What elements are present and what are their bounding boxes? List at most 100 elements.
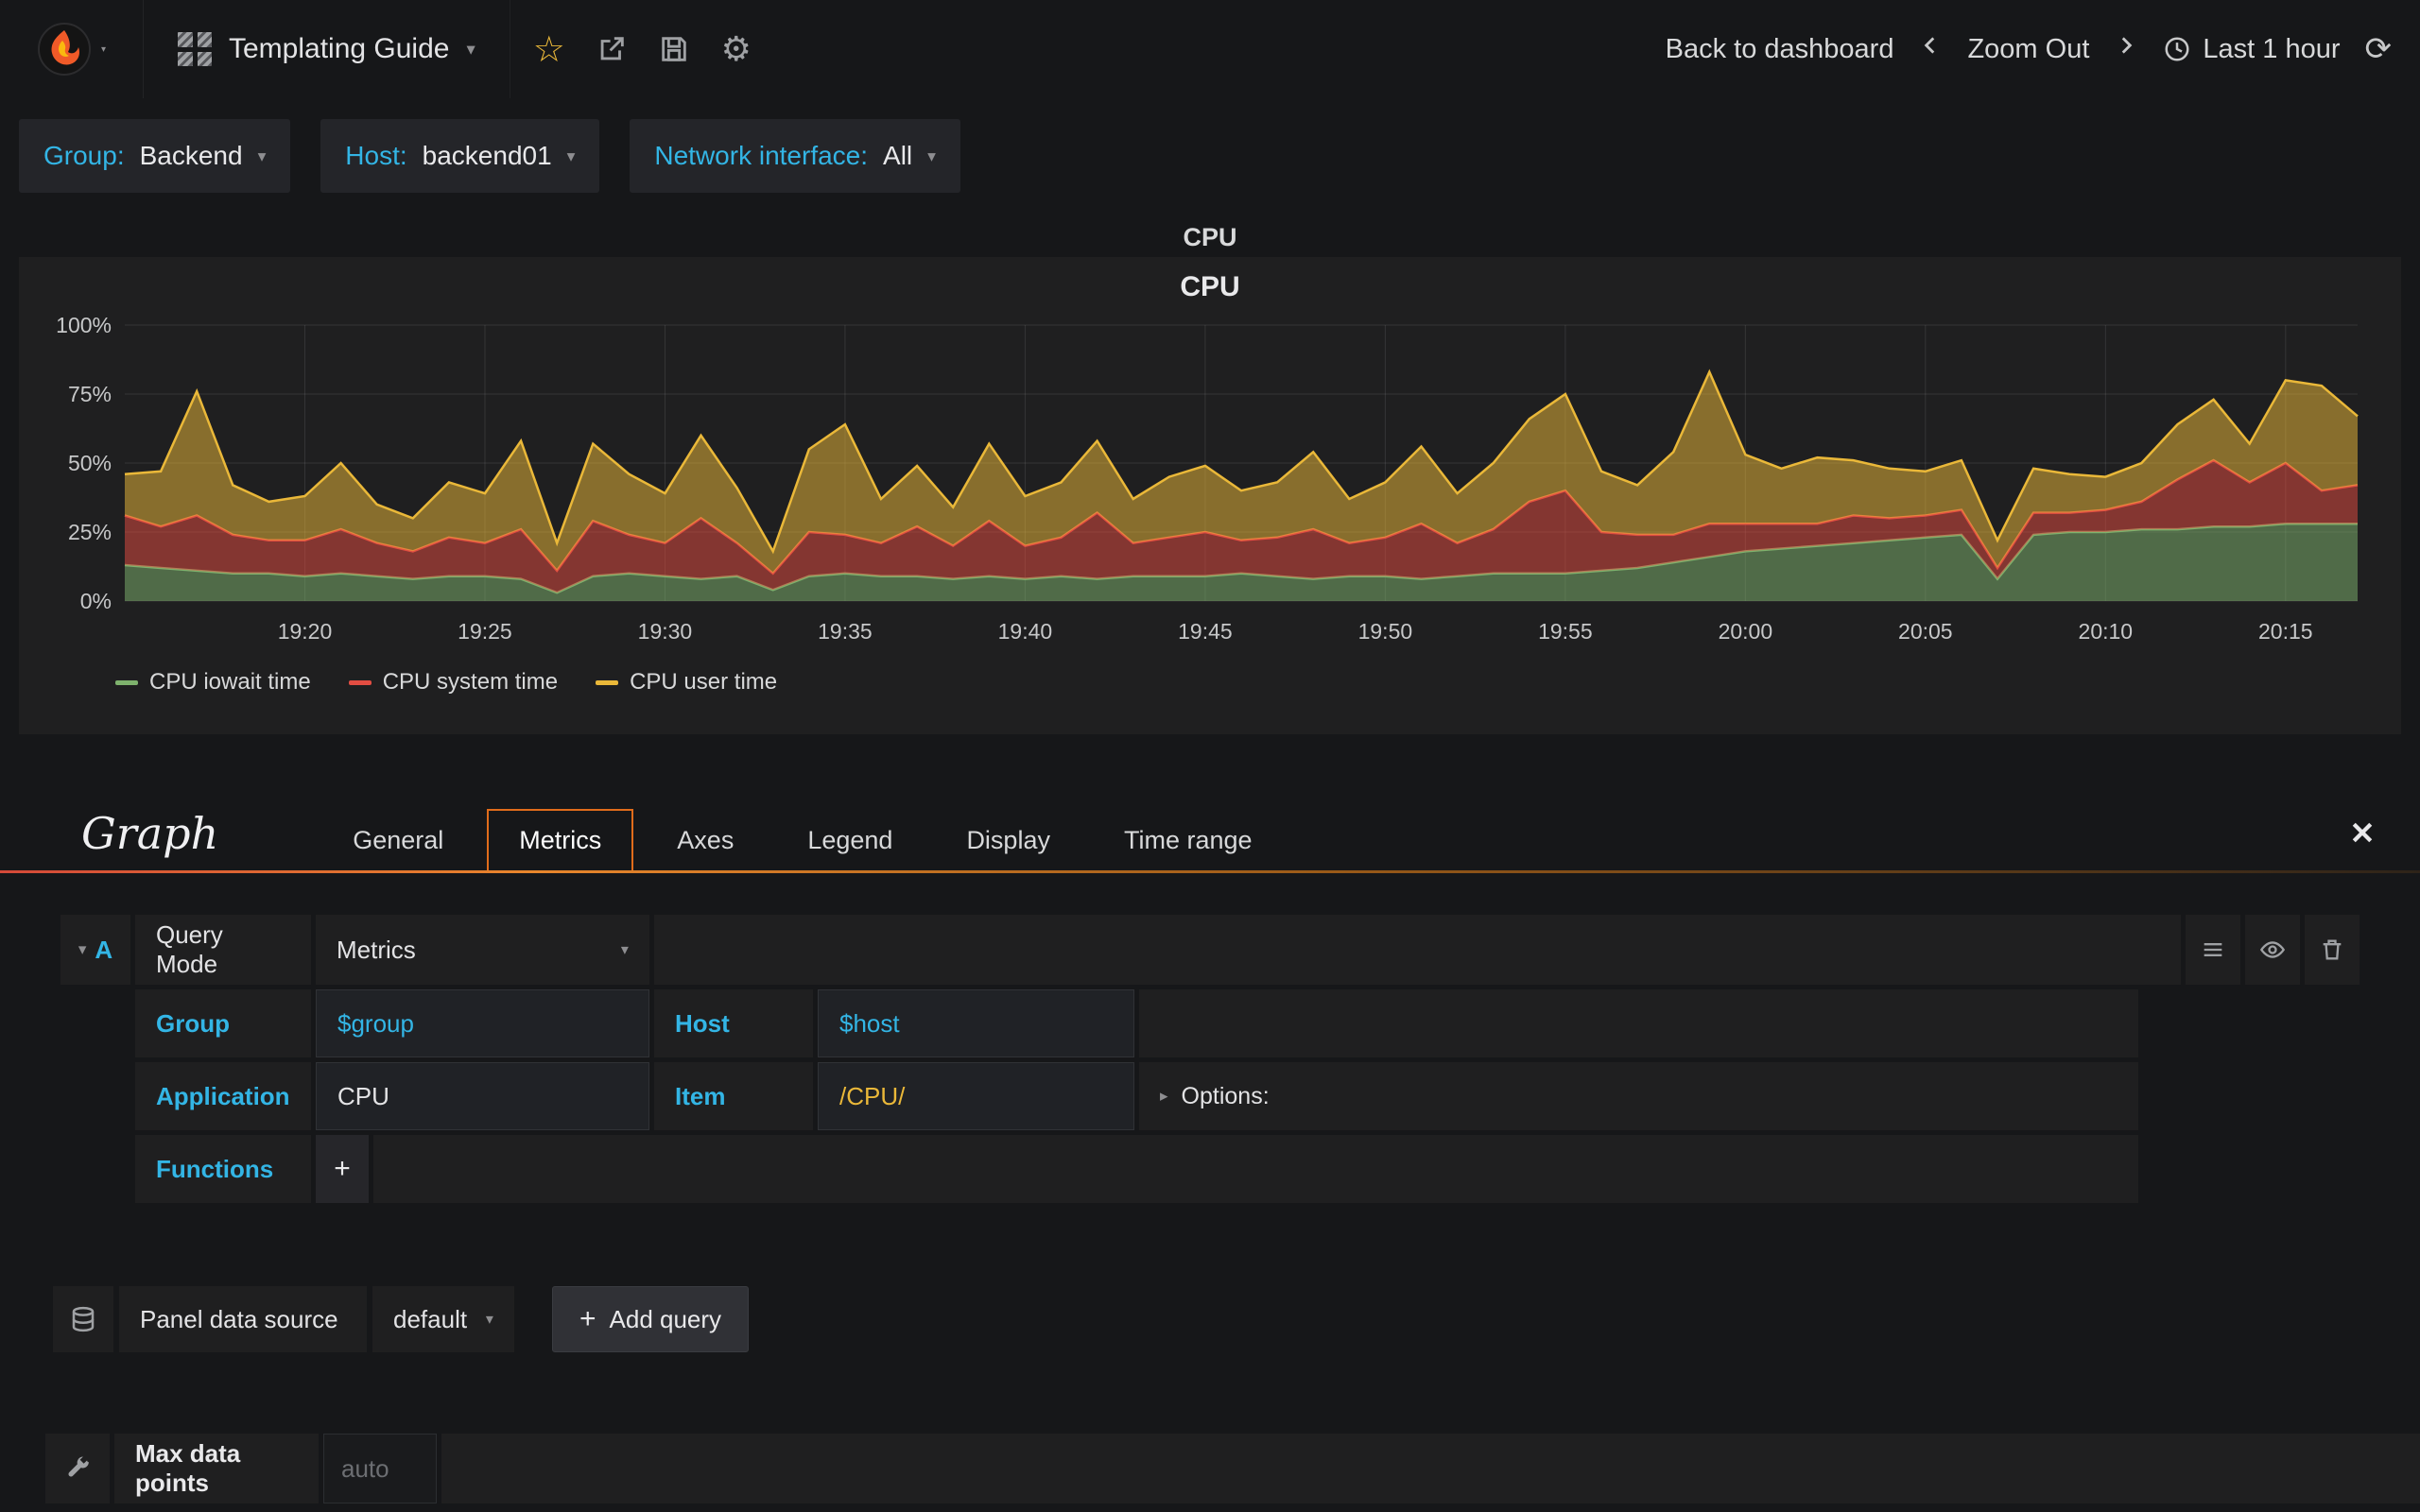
application-field-label: Application	[135, 1062, 311, 1130]
caret-down-icon: ▾	[566, 146, 576, 165]
svg-text:19:40: 19:40	[998, 619, 1053, 644]
tab-time-range[interactable]: Time range	[1094, 811, 1283, 870]
query-row-functions: Functions +	[60, 1135, 2138, 1203]
query-collapse-toggle[interactable]: ▾ A	[60, 915, 130, 985]
row-filler	[1139, 989, 2138, 1057]
host-field-value: $host	[839, 1008, 900, 1038]
svg-text:19:25: 19:25	[458, 619, 512, 644]
cpu-graph[interactable]: 0% 25% 50% 75% 100% 19:20 19:25 19:30 19:35 19:40…	[32, 310, 2388, 656]
back-to-dashboard-button[interactable]: Back to dashboard	[1666, 34, 1894, 65]
graph-title: CPU	[1180, 271, 1240, 302]
variable-label: Host:	[345, 141, 407, 170]
query-menu-button[interactable]	[2186, 915, 2240, 985]
item-field-input[interactable]: /CPU/	[818, 1062, 1134, 1130]
max-data-points-row: Max data points	[45, 1434, 2420, 1503]
variable-value: All	[883, 141, 913, 170]
query-toggle-visibility-button[interactable]	[2245, 915, 2300, 985]
share-dashboard-button[interactable]	[580, 0, 643, 98]
caret-down-icon: ▾	[101, 43, 106, 55]
dashboard-title: Templating Guide	[229, 33, 450, 64]
zoom-out-button[interactable]: Zoom Out	[1967, 34, 2089, 65]
grafana-logo-menu[interactable]: ▾	[0, 0, 144, 98]
navbar-right: Back to dashboard Zoom Out Last 1 hour ⟳	[1666, 0, 2420, 98]
datasource-value: default	[393, 1304, 468, 1333]
legend-item[interactable]: CPU iowait time	[115, 669, 311, 696]
eye-icon	[2259, 941, 2286, 958]
datasource-select[interactable]: default ▾	[372, 1286, 514, 1352]
time-shift-right-button[interactable]	[2114, 29, 2138, 69]
template-variables-row: Group: Backend ▾ Host: backend01 ▾ Network int…	[0, 98, 2420, 214]
trash-icon	[2323, 939, 2342, 960]
clock-icon	[2165, 37, 2189, 61]
max-data-points-label: Max data points	[114, 1434, 319, 1503]
tab-metrics[interactable]: Metrics	[487, 809, 634, 870]
svg-text:20:05: 20:05	[1898, 619, 1953, 644]
save-dashboard-button[interactable]	[643, 0, 705, 98]
dashboard-picker[interactable]: Templating Guide ▾	[144, 0, 510, 98]
query-delete-button[interactable]	[2305, 915, 2360, 985]
refresh-button[interactable]: ⟳	[2365, 30, 2393, 68]
add-query-button[interactable]: + Add query	[552, 1286, 750, 1352]
time-shift-left-button[interactable]	[1918, 29, 1943, 69]
top-navbar: ▾ Templating Guide ▾ ☆ ⚙ Back to dashboa…	[0, 0, 2420, 98]
tab-legend[interactable]: Legend	[777, 811, 923, 870]
time-picker-button[interactable]: Last 1 hour	[2163, 34, 2341, 65]
plus-icon: +	[579, 1303, 596, 1334]
close-icon	[2352, 822, 2373, 842]
grafana-logo-icon	[38, 23, 91, 76]
application-field-input[interactable]: CPU	[316, 1062, 649, 1130]
legend-item[interactable]: CPU system time	[348, 669, 558, 696]
query-row-filler	[654, 915, 2181, 985]
tab-display[interactable]: Display	[936, 811, 1080, 870]
add-function-button[interactable]: +	[316, 1135, 369, 1203]
item-field-label: Item	[654, 1062, 813, 1130]
caret-down-icon: ▾	[927, 146, 936, 165]
star-dashboard-button[interactable]: ☆	[518, 0, 580, 98]
variable-host-dropdown[interactable]: Host: backend01 ▾	[320, 119, 600, 193]
legend-label: CPU user time	[630, 669, 778, 695]
caret-down-icon: ▾	[78, 940, 87, 958]
caret-down-icon: ▾	[257, 146, 267, 165]
host-field-input[interactable]: $host	[818, 989, 1134, 1057]
max-data-points-input[interactable]	[323, 1434, 437, 1503]
database-icon	[72, 1306, 95, 1332]
svg-text:19:30: 19:30	[638, 619, 693, 644]
query-mode-label: Query Mode	[135, 915, 311, 985]
series-color-icon	[348, 679, 372, 685]
row-filler	[441, 1434, 2420, 1503]
caret-right-icon: ▸	[1160, 1087, 1168, 1105]
host-field-label: Host	[654, 989, 813, 1057]
series-color-icon	[596, 679, 619, 685]
query-editor: ▾ A Query Mode Metrics ▾ Group $group Ho…	[60, 915, 2360, 1203]
series-color-icon	[115, 679, 138, 685]
query-mode-select[interactable]: Metrics ▾	[316, 915, 649, 985]
variable-label: Network interface:	[654, 141, 869, 170]
chevron-left-icon	[1925, 37, 1935, 54]
panel-datasource-label: Panel data source	[119, 1286, 367, 1352]
panel-title[interactable]: CPU	[0, 214, 2420, 257]
svg-text:20:10: 20:10	[2079, 619, 2134, 644]
svg-text:75%: 75%	[68, 382, 112, 406]
dashboard-actions: ☆ ⚙	[510, 0, 775, 98]
svg-text:19:50: 19:50	[1358, 619, 1413, 644]
caret-down-icon: ▾	[466, 39, 475, 59]
query-row-group-host: Group $group Host $host	[60, 989, 2138, 1057]
options-toggle[interactable]: ▸ Options:	[1139, 1062, 2138, 1130]
menu-icon	[2204, 943, 2222, 956]
cpu-graph-svg: 0% 25% 50% 75% 100% 19:20 19:25 19:30 19:35 19:40…	[56, 313, 2359, 644]
svg-text:19:35: 19:35	[818, 619, 873, 644]
item-field-value: /CPU/	[839, 1081, 906, 1110]
variable-networkinterface-dropdown[interactable]: Network interface: All ▾	[630, 119, 960, 193]
datasource-icon-cell	[53, 1286, 113, 1352]
variable-group-dropdown[interactable]: Group: Backend ▾	[19, 119, 291, 193]
legend-label: CPU iowait time	[149, 669, 311, 695]
close-editor-button[interactable]	[2348, 818, 2377, 861]
settings-button[interactable]: ⚙	[705, 0, 768, 98]
svg-text:0%: 0%	[80, 589, 112, 613]
tab-axes[interactable]: Axes	[647, 811, 764, 870]
advanced-options-cell	[45, 1434, 110, 1503]
query-row-application-item: Application CPU Item /CPU/ ▸ Options:	[60, 1062, 2138, 1130]
group-field-input[interactable]: $group	[316, 989, 649, 1057]
tab-general[interactable]: General	[322, 811, 474, 870]
legend-item[interactable]: CPU user time	[596, 669, 777, 696]
